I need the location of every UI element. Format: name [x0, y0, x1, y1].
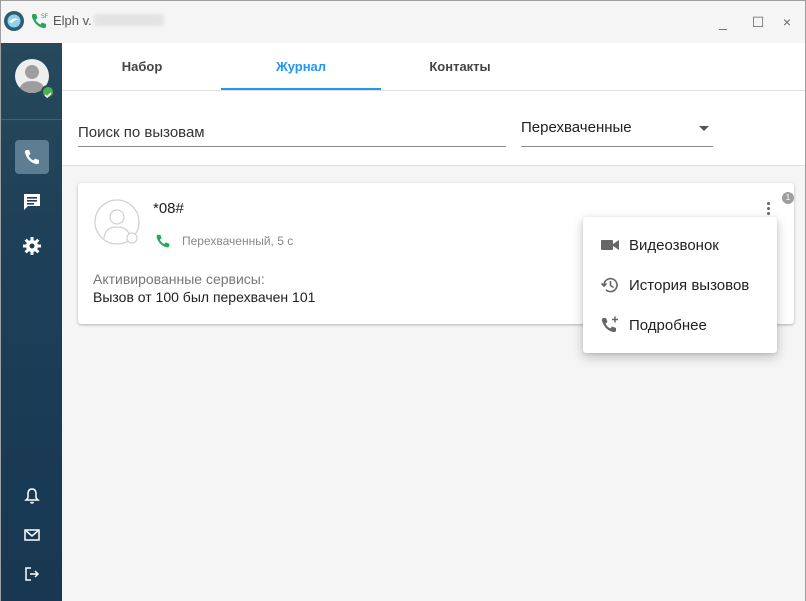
- tab-contacts[interactable]: Контакты: [380, 43, 540, 91]
- sidebar-item-notifications[interactable]: [15, 479, 49, 513]
- close-button[interactable]: ×: [778, 13, 796, 31]
- more-vert-dot: [766, 201, 770, 205]
- more-vert-dot: [766, 211, 770, 215]
- history-icon: [599, 274, 621, 296]
- menu-item-label: Подробнее: [629, 316, 707, 334]
- sidebar-item-calls[interactable]: [15, 140, 49, 174]
- menu-item-video-call[interactable]: Видеозвонок: [583, 225, 777, 265]
- app-window: SF Elph v. _ ☐ × Набор Журнал Контакты П…: [0, 0, 806, 601]
- sidebar-divider: [1, 119, 62, 120]
- search-bar: Перехваченные: [62, 91, 805, 166]
- call-filter-value: Перехваченные: [521, 119, 632, 136]
- title-bar: SF Elph v. _ ☐ ×: [1, 1, 805, 43]
- chat-icon: [24, 194, 40, 210]
- window-title: Elph v.: [53, 11, 164, 31]
- menu-item-details[interactable]: Подробнее: [583, 305, 777, 345]
- call-filter-select[interactable]: Перехваченные: [521, 113, 713, 147]
- sidebar-item-logout[interactable]: [15, 557, 49, 591]
- active-tab-indicator: [221, 88, 381, 90]
- sidebar-item-messages[interactable]: [15, 185, 49, 219]
- phone-icon: [24, 150, 39, 165]
- caret-down-icon: [699, 126, 709, 131]
- contact-avatar-icon: [94, 199, 140, 245]
- count-badge: 1: [782, 192, 794, 204]
- call-number: *08#: [153, 200, 184, 217]
- online-status-indicator: [41, 85, 55, 99]
- menu-item-label: Видеозвонок: [629, 236, 719, 254]
- app-logo-icon: [4, 11, 24, 31]
- videocam-icon: [599, 234, 621, 256]
- sidebar-item-settings[interactable]: [15, 229, 49, 263]
- menu-item-call-history[interactable]: История вызовов: [583, 265, 777, 305]
- mail-icon: [24, 529, 40, 541]
- more-vert-dot: [766, 206, 770, 210]
- sidebar: [1, 43, 62, 601]
- sidebar-item-mail[interactable]: [15, 518, 49, 552]
- logout-icon: [25, 567, 40, 581]
- window-title-text: Elph v.: [53, 13, 92, 28]
- services-text: Вызов от 100 был перехвачен 101: [93, 289, 316, 305]
- services-label: Активированные сервисы:: [93, 271, 265, 287]
- check-icon: [44, 92, 52, 99]
- version-redacted: [93, 14, 164, 26]
- call-search-input[interactable]: [78, 117, 506, 147]
- tab-journal[interactable]: Журнал: [221, 43, 381, 91]
- minimize-button[interactable]: _: [714, 13, 732, 31]
- bell-icon: [24, 488, 40, 504]
- phone-brand-icon: SF: [31, 13, 49, 29]
- menu-item-label: История вызовов: [629, 276, 750, 294]
- svg-text:SF: SF: [41, 13, 49, 20]
- more-options-button[interactable]: [761, 197, 775, 219]
- context-menu: Видеозвонок История вызовов Подробнее: [583, 217, 777, 353]
- tab-dial[interactable]: Набор: [62, 43, 222, 91]
- call-status-text: Перехваченный, 5 с: [182, 234, 294, 248]
- tab-bar: Набор Журнал Контакты: [62, 43, 805, 91]
- gear-icon: [23, 237, 41, 255]
- maximize-button[interactable]: ☐: [749, 13, 767, 31]
- phone-add-icon: [599, 314, 621, 336]
- phone-icon: [156, 234, 170, 248]
